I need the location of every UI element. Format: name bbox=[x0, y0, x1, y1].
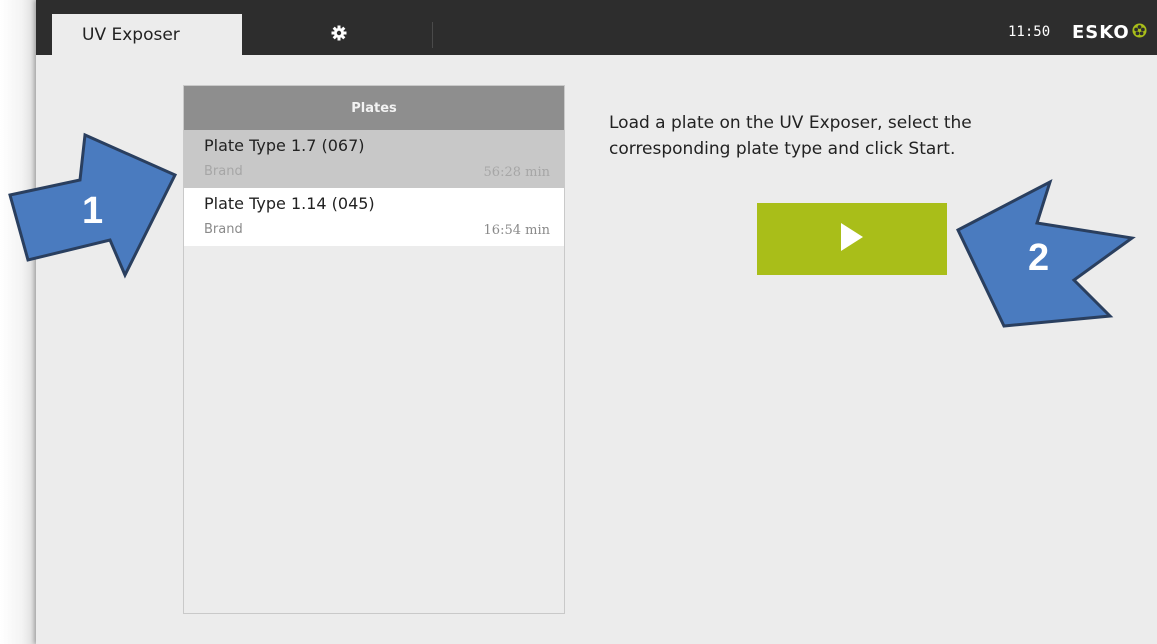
plate-exposure-time: 56:28 min bbox=[483, 165, 550, 180]
tab-divider bbox=[432, 22, 433, 48]
plates-header: Plates bbox=[184, 86, 564, 130]
plate-exposure-time: 16:54 min bbox=[483, 223, 550, 238]
clock: 11:50 bbox=[1008, 24, 1051, 40]
plate-row-selected[interactable]: Plate Type 1.7 (067) Brand 56:28 min bbox=[184, 130, 564, 188]
callout-arrow-1: 1 bbox=[8, 132, 178, 279]
plate-name: Plate Type 1.14 (045) bbox=[204, 194, 375, 213]
plate-brand: Brand bbox=[204, 164, 243, 179]
esko-logo: ESKO bbox=[1072, 22, 1147, 43]
start-button[interactable] bbox=[757, 203, 947, 275]
plate-brand: Brand bbox=[204, 222, 243, 237]
tab-uv-exposer-label: UV Exposer bbox=[82, 24, 180, 45]
logo-text: ESKO bbox=[1072, 22, 1130, 43]
esko-flower-icon bbox=[1132, 22, 1147, 43]
top-bar: UV Exposer 11:50 ESKO bbox=[36, 0, 1157, 55]
plates-panel: Plates Plate Type 1.7 (067) Brand 56:28 … bbox=[183, 85, 565, 614]
plate-row[interactable]: Plate Type 1.14 (045) Brand 16:54 min bbox=[184, 188, 564, 246]
instructions-text: Load a plate on the UV Exposer, select t… bbox=[609, 113, 972, 159]
plate-name: Plate Type 1.7 (067) bbox=[204, 136, 365, 155]
play-icon bbox=[839, 222, 865, 256]
callout-arrow-2: 2 bbox=[956, 178, 1136, 328]
window-shadow bbox=[0, 0, 36, 644]
gear-icon bbox=[331, 25, 347, 45]
callout-number-1: 1 bbox=[82, 190, 103, 232]
tab-uv-exposer[interactable]: UV Exposer bbox=[52, 14, 242, 55]
tab-settings[interactable] bbox=[246, 14, 432, 55]
callout-number-2: 2 bbox=[1028, 237, 1049, 279]
